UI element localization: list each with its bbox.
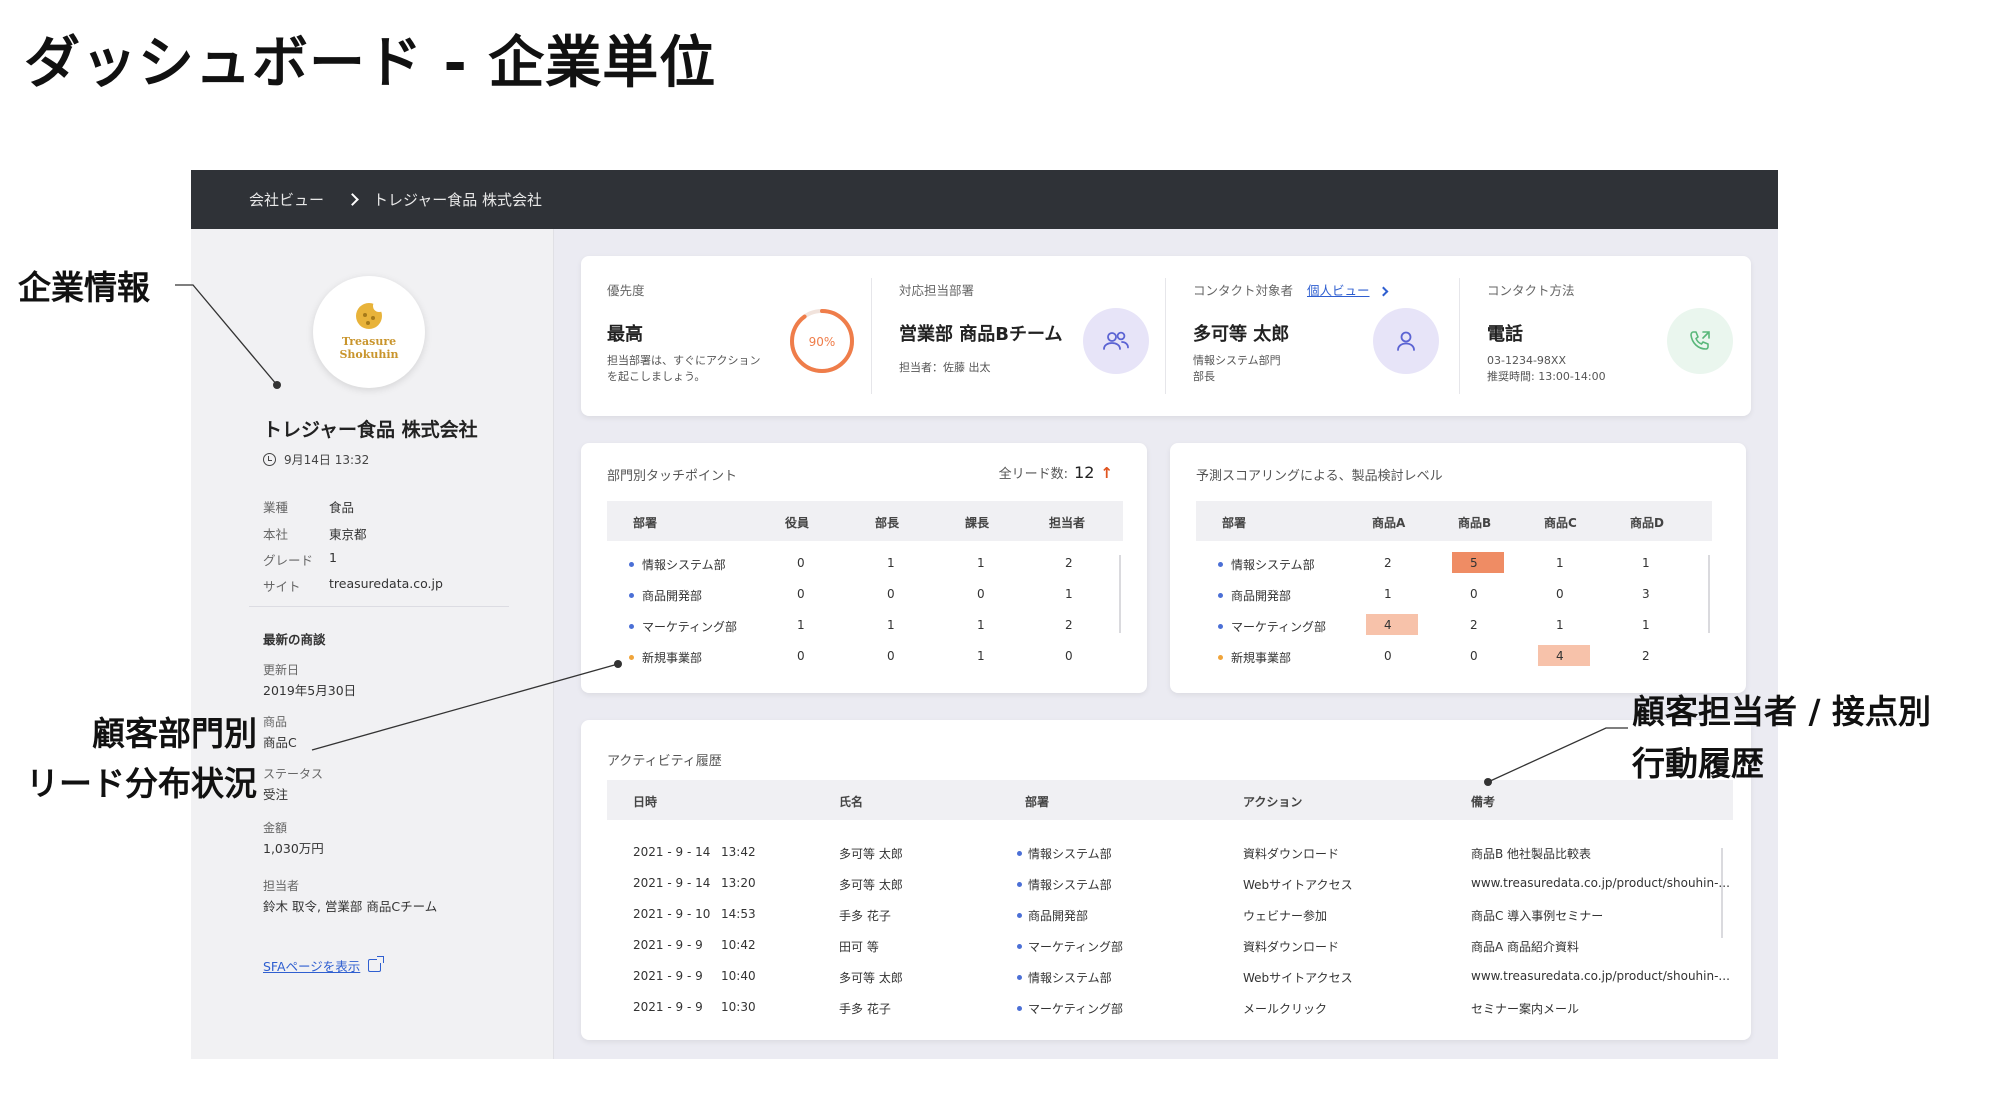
callout-line-company [175, 284, 278, 386]
callout-history-1: 顧客担当者 / 接点別 [1632, 692, 1932, 731]
callout-lead-dist-1: 顧客部門別 [92, 714, 257, 753]
callout-company-info: 企業情報 [18, 268, 150, 307]
callout-dot [273, 381, 281, 389]
callout-lines [175, 284, 1628, 786]
callout-lead-dist-2: リード分布状況 [26, 764, 257, 803]
callout-line-leads [311, 663, 619, 751]
callout-line-history [1487, 727, 1628, 783]
callout-dot [614, 660, 622, 668]
callout-dot [1484, 778, 1492, 786]
callout-history-2: 行動履歴 [1632, 744, 1764, 783]
